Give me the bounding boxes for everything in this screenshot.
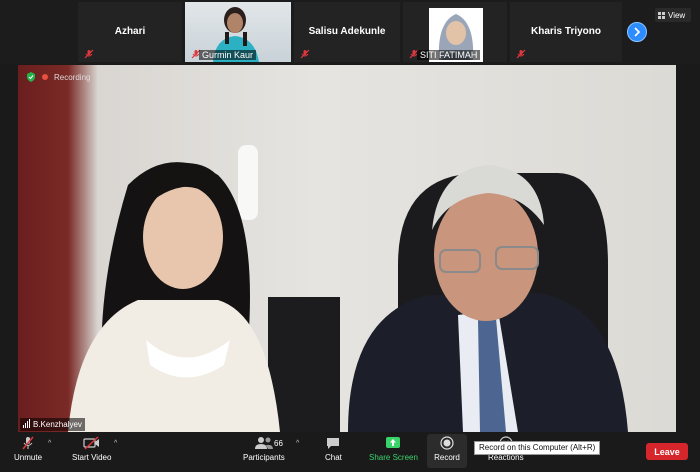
speaker-video-frame	[68, 145, 628, 432]
speaker-name-label: B.Kenzhalyev	[20, 418, 85, 431]
participants-label: Participants	[243, 453, 285, 462]
video-options-chevron-icon[interactable]: ^	[114, 440, 117, 447]
chevron-right-icon	[634, 27, 641, 37]
record-icon	[440, 436, 454, 450]
active-speaker-video: Recording B.Kenzhalyev	[18, 65, 676, 432]
unmute-label: Unmute	[14, 453, 43, 462]
leave-button[interactable]: Leave	[646, 443, 688, 460]
participant-name: Gurmin Kaur	[199, 50, 257, 60]
participant-name: Azhari	[114, 26, 146, 37]
participant-gallery-strip: Azhari Gurmin Kaur Salisu Adekunle SITI …	[0, 0, 700, 64]
participant-tile[interactable]: Kharis Triyono	[510, 2, 622, 62]
start-video-label: Start Video	[72, 453, 112, 462]
encryption-shield-icon	[27, 72, 35, 82]
signal-bars-icon	[23, 419, 31, 430]
recording-label: Recording	[54, 72, 91, 82]
participant-tile[interactable]: Gurmin Kaur	[185, 2, 291, 62]
record-tooltip: Record on this Computer (Alt+R)	[474, 441, 601, 455]
speaker-name: B.Kenzhalyev	[33, 420, 82, 429]
participant-name: SITI FATIMAH	[417, 50, 481, 60]
recording-dot-icon	[42, 74, 48, 80]
start-video-button[interactable]: Start Video	[72, 436, 111, 462]
next-page-button[interactable]	[627, 22, 647, 42]
participant-tile[interactable]: SITI FATIMAH	[403, 2, 507, 62]
record-button[interactable]: Record	[427, 434, 467, 468]
view-button[interactable]: View	[655, 8, 691, 22]
participants-icon	[254, 437, 273, 449]
participant-tile[interactable]: Azhari	[78, 2, 182, 62]
chat-label: Chat	[325, 453, 342, 462]
participant-name: Salisu Adekunle	[308, 26, 386, 37]
audio-options-chevron-icon[interactable]: ^	[48, 440, 51, 447]
participant-name: Kharis Triyono	[530, 26, 601, 37]
unmute-button[interactable]: Unmute	[14, 436, 42, 462]
grid-view-icon	[658, 11, 665, 19]
view-label: View	[668, 10, 686, 20]
muted-mic-icon	[300, 49, 310, 59]
participants-options-chevron-icon[interactable]: ^	[296, 440, 299, 447]
chat-button[interactable]: Chat	[325, 436, 342, 462]
video-off-icon	[83, 436, 99, 450]
participants-count: 66	[274, 439, 283, 448]
recording-indicator: Recording	[26, 72, 90, 82]
share-screen-label: Share Screen	[369, 453, 418, 462]
chat-icon	[327, 438, 340, 449]
muted-mic-icon	[22, 436, 34, 450]
muted-mic-icon	[516, 49, 526, 59]
participant-tile[interactable]: Salisu Adekunle	[294, 2, 400, 62]
muted-mic-icon	[84, 49, 94, 59]
share-screen-button[interactable]: Share Screen	[369, 436, 418, 462]
record-label: Record	[434, 453, 460, 462]
share-screen-icon	[386, 437, 401, 448]
